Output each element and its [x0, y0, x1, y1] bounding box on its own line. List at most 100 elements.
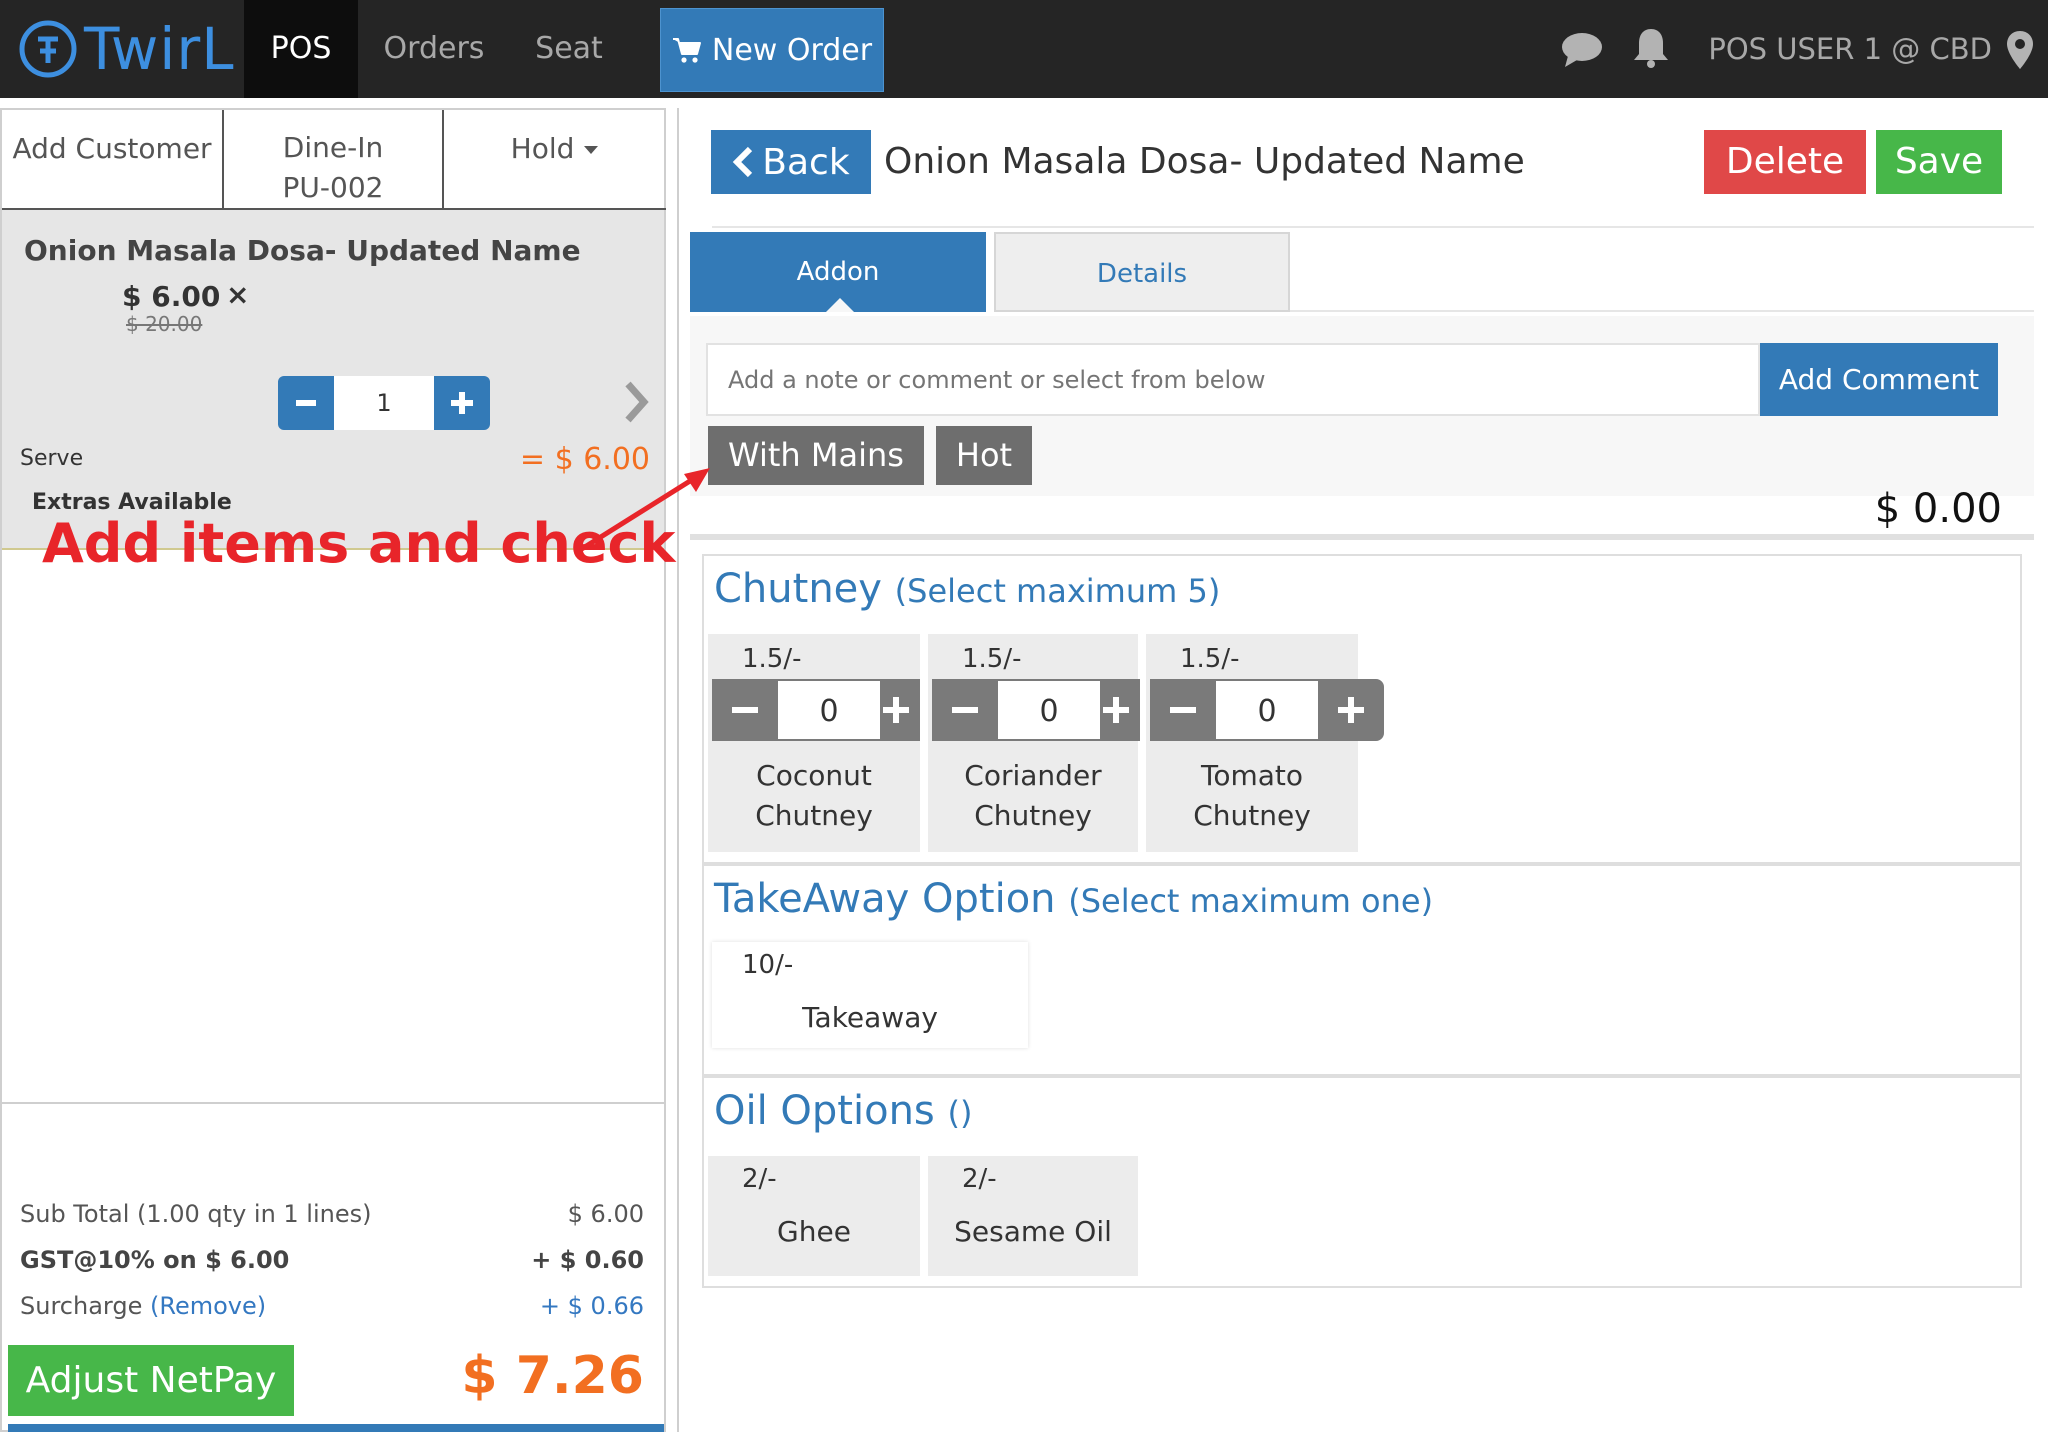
chevron-right-icon[interactable]: [622, 380, 650, 428]
qty-input[interactable]: 0: [998, 679, 1100, 741]
option-price: 1.5/-: [742, 644, 802, 674]
nav-tab-seat[interactable]: Seat: [512, 0, 626, 98]
option-name: Tomato Chutney: [1146, 756, 1358, 836]
bell-icon[interactable]: [1632, 26, 1670, 74]
subtotal-value: $ 6.00: [567, 1200, 644, 1228]
oil-hint: (): [947, 1094, 973, 1132]
option-name: Ghee: [777, 1215, 851, 1248]
option-name-line: Chutney: [974, 799, 1092, 832]
editor-title: Onion Masala Dosa- Updated Name: [884, 141, 1525, 182]
option-price: 1.5/-: [1180, 644, 1240, 674]
back-label: Back: [762, 141, 850, 183]
decrease-button[interactable]: [1150, 679, 1216, 741]
back-button[interactable]: Back: [711, 130, 871, 194]
brand-logo[interactable]: TwirL: [18, 14, 235, 84]
gst-label: GST@10% on $ 6.00: [20, 1246, 290, 1274]
option-name: Sesame Oil: [954, 1215, 1112, 1248]
logo-icon: [19, 20, 77, 78]
qty-input[interactable]: 0: [778, 679, 880, 741]
surcharge-label: Surcharge: [20, 1292, 143, 1320]
addon-divider: [690, 534, 2034, 540]
gst-value: + $ 0.60: [531, 1246, 644, 1274]
plus-icon: [1103, 697, 1129, 723]
surcharge-remove-link[interactable]: (Remove): [150, 1292, 266, 1320]
order-panel: Add Customer Dine-In PU-002 Hold Onion M…: [0, 108, 666, 1432]
comment-chip-hot[interactable]: Hot: [936, 426, 1032, 485]
dine-in-code: PU-002: [282, 171, 384, 204]
takeaway-title: TakeAway Option: [714, 876, 1056, 922]
tomato-chutney-stepper: 0: [1150, 679, 1384, 741]
surcharge-value: + $ 0.66: [539, 1292, 644, 1320]
serve-label[interactable]: Serve: [20, 446, 83, 471]
option-price: 2/-: [742, 1164, 777, 1194]
adjust-netpay-button[interactable]: Adjust NetPay: [8, 1345, 294, 1416]
option-name-line: Tomato: [1200, 759, 1304, 792]
qty-input[interactable]: 1: [334, 376, 434, 430]
chevron-left-icon: [733, 146, 753, 178]
dine-in-tab[interactable]: Dine-In PU-002: [224, 110, 444, 210]
decrease-button[interactable]: [932, 679, 998, 741]
coriander-chutney-stepper: 0: [932, 679, 1140, 741]
option-name: Coriander Chutney: [928, 756, 1138, 836]
minus-icon: [296, 400, 316, 406]
dine-in-label: Dine-In: [282, 131, 384, 164]
net-total: $ 7.26: [461, 1346, 644, 1406]
minus-icon: [952, 707, 978, 713]
line-item-old-price: $ 20.00: [126, 312, 203, 336]
new-order-button[interactable]: New Order: [660, 8, 884, 92]
caret-down-icon: [584, 146, 599, 154]
new-order-label: New Order: [711, 32, 873, 68]
add-comment-button[interactable]: Add Comment: [1760, 343, 1998, 416]
subtotal-label: Sub Total (1.00 qty in 1 lines): [20, 1200, 372, 1228]
comment-chip-with-mains[interactable]: With Mains: [708, 426, 924, 485]
active-tab-caret: [826, 298, 854, 312]
increase-button[interactable]: [880, 679, 920, 741]
decrease-button[interactable]: [712, 679, 778, 741]
cart-icon: [672, 38, 701, 63]
takeaway-hint: (Select maximum one): [1068, 882, 1434, 920]
increase-button[interactable]: [1100, 679, 1140, 741]
qty-decrease-button[interactable]: [278, 376, 334, 430]
option-name-line: Coriander: [964, 759, 1102, 792]
header-divider: [712, 226, 2034, 228]
nav-tab-orders[interactable]: Orders: [372, 0, 496, 98]
divider: [2, 1102, 664, 1104]
option-name-line: Coconut: [756, 759, 872, 792]
chutney-title: Chutney: [714, 566, 882, 612]
chutney-group-title: Chutney (Select maximum 5): [714, 566, 1220, 612]
surcharge-row: Surcharge (Remove): [20, 1292, 266, 1320]
coconut-chutney-stepper: 0: [712, 679, 920, 741]
chutney-hint: (Select maximum 5): [894, 572, 1221, 610]
save-button[interactable]: Save: [1876, 130, 2002, 194]
option-price: 2/-: [962, 1164, 997, 1194]
tab-details[interactable]: Details: [994, 232, 1290, 312]
line-item-price: $ 6.00: [122, 280, 221, 313]
location-pin-icon: [2006, 30, 2034, 74]
order-line-item[interactable]: Onion Masala Dosa- Updated Name $ 6.00 $…: [2, 210, 664, 550]
checkout-bar[interactable]: [8, 1424, 664, 1432]
hold-label: Hold: [510, 132, 575, 165]
hold-dropdown[interactable]: Hold: [444, 110, 666, 210]
plus-icon: [451, 392, 473, 414]
chat-icon[interactable]: [1560, 30, 1604, 74]
top-navbar: TwirL POS Orders Seat New Order POS USER…: [0, 0, 2048, 98]
add-customer-tab[interactable]: Add Customer: [2, 110, 224, 210]
comment-input[interactable]: [706, 343, 1760, 416]
delete-button[interactable]: Delete: [1704, 130, 1866, 194]
plus-icon: [883, 697, 909, 723]
option-name-line: Chutney: [755, 799, 873, 832]
plus-icon: [1338, 697, 1364, 723]
option-name-line: Chutney: [1193, 799, 1311, 832]
line-item-name: Onion Masala Dosa- Updated Name: [24, 234, 581, 267]
addon-total: $ 0.00: [1874, 486, 2002, 532]
option-name: Coconut Chutney: [708, 756, 920, 836]
annotation-arrow-icon: [578, 468, 710, 553]
increase-button[interactable]: [1318, 679, 1384, 741]
minus-icon: [1170, 707, 1196, 713]
oil-group-title: Oil Options (): [714, 1088, 972, 1134]
qty-input[interactable]: 0: [1216, 679, 1318, 741]
logo-text: TwirL: [84, 15, 235, 83]
qty-increase-button[interactable]: [434, 376, 490, 430]
nav-tab-pos[interactable]: POS: [244, 0, 358, 98]
user-location-label[interactable]: POS USER 1 @ CBD: [1708, 0, 1992, 98]
